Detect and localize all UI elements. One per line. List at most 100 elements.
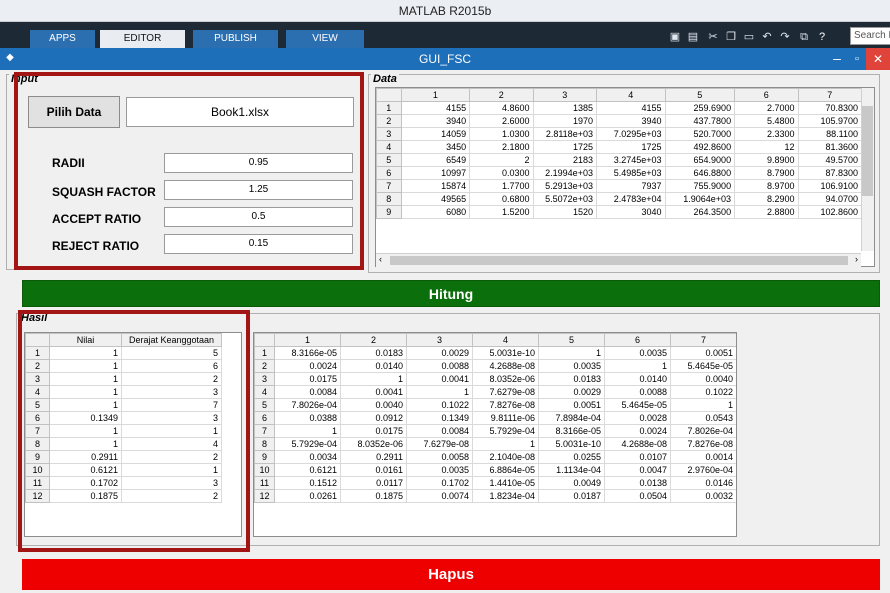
table-cell[interactable]: 0.0138 (604, 476, 671, 490)
table-cell[interactable]: 259.6900 (664, 101, 736, 115)
table-cell[interactable]: 0.0187 (538, 489, 605, 503)
table-cell[interactable]: 492.8600 (664, 140, 736, 154)
table-row[interactable]: 11 0.1512 0.0117 0.1702 1.4410e-05 0.0049 0.01… (254, 476, 736, 490)
data-vertical-scroll-thumb[interactable] (862, 106, 873, 196)
squash-factor-field[interactable]: 1.25 (164, 180, 353, 200)
table-cell[interactable]: 1 (49, 424, 122, 438)
table-cell[interactable]: 70.8300 (797, 101, 863, 115)
table-cell[interactable]: 105.9700 (797, 114, 863, 128)
cut-icon[interactable]: ✂ (706, 30, 720, 44)
table-cell[interactable]: 0.6800 (469, 192, 534, 206)
table-cell[interactable]: 0.0051 (670, 346, 736, 360)
table-cell[interactable]: 88.1100 (797, 127, 863, 141)
table-cell[interactable]: 0.0040 (340, 398, 407, 412)
table-cell[interactable]: 0.0024 (604, 424, 671, 438)
table-cell[interactable]: 6080 (400, 205, 471, 219)
hasil-cluster-table[interactable]: Nilai Derajat Keanggotaan 115216312413517… (24, 332, 242, 537)
table-cell[interactable]: 0.0041 (406, 372, 473, 386)
save-icon[interactable]: ▤ (686, 30, 700, 44)
table-row[interactable]: 216 (25, 359, 222, 373)
maximize-button[interactable]: ▫ (848, 48, 866, 70)
table-cell[interactable]: 5.0031e-10 (472, 346, 539, 360)
table-cell[interactable]: 0.0035 (538, 359, 605, 373)
table-cell[interactable]: 2183 (532, 153, 597, 167)
table-cell[interactable]: 0.0183 (340, 346, 407, 360)
table-cell[interactable]: 0.0261 (274, 489, 341, 503)
table-row[interactable]: 6 0.1349 3 (25, 411, 222, 425)
table-cell[interactable]: 2.1800 (469, 140, 534, 154)
table-cell[interactable]: 1 (340, 372, 407, 386)
table-row[interactable]: 8 5.7929e-04 8.0352e-06 7.6279e-08 1 5.0031e-… (254, 437, 736, 451)
reject-ratio-field[interactable]: 0.15 (164, 234, 353, 254)
table-cell[interactable]: 1 (406, 385, 473, 399)
table-cell[interactable]: 7937 (595, 179, 666, 193)
radii-field[interactable]: 0.95 (164, 153, 353, 173)
table-cell[interactable]: 0.0029 (406, 346, 473, 360)
table-cell[interactable]: 9.8111e-06 (472, 411, 539, 425)
minimize-button[interactable]: – (826, 48, 848, 70)
table-cell[interactable]: 10997 (400, 166, 471, 180)
table-row[interactable]: 8 49565 0.6800 5.5072e+03 2.4783e+04 1.9064e+… (376, 192, 863, 206)
table-row[interactable]: 9 0.2911 2 (25, 450, 222, 464)
table-cell[interactable]: 0.0088 (604, 385, 671, 399)
paste-icon[interactable]: ▭ (742, 30, 756, 44)
table-cell[interactable]: 1 (49, 346, 122, 360)
table-cell[interactable]: 4.8600 (469, 101, 534, 115)
table-cell[interactable]: 5.4645e-05 (604, 398, 671, 412)
table-row[interactable]: 517 (25, 398, 222, 412)
table-cell[interactable]: 0.0107 (604, 450, 671, 464)
table-cell[interactable]: 0.1349 (406, 411, 473, 425)
scroll-right-icon[interactable]: › (855, 254, 858, 264)
table-cell[interactable]: 2 (121, 489, 222, 503)
table-row[interactable]: 3 14059 1.0300 2.8118e+03 7.0295e+03 520.7000… (376, 127, 863, 141)
table-row[interactable]: 5 7.8026e-04 0.0040 0.1022 7.8276e-08 0.0051 5… (254, 398, 736, 412)
hasil-membership-table[interactable]: 1234567 1 8.3166e-05 0.0183 0.0029 5.0031e-1… (253, 332, 737, 537)
tab-view[interactable]: VIEW (286, 30, 364, 48)
search-input[interactable]: Search D (850, 27, 890, 45)
table-cell[interactable]: 0.0088 (406, 359, 473, 373)
table-cell[interactable]: 0.0014 (670, 450, 736, 464)
table-cell[interactable]: 3 (121, 385, 222, 399)
table-cell[interactable]: 0.0255 (538, 450, 605, 464)
layout-icon[interactable]: ▣ (668, 30, 682, 44)
table-cell[interactable]: 1.1134e-04 (538, 463, 605, 477)
table-cell[interactable]: 7.6279e-08 (406, 437, 473, 451)
table-cell[interactable]: 81.3600 (797, 140, 863, 154)
table-cell[interactable]: 4.2688e-08 (604, 437, 671, 451)
table-row[interactable]: 3 0.0175 1 0.0041 8.0352e-06 0.0183 0.0140 0.00… (254, 372, 736, 386)
tab-publish[interactable]: PUBLISH (193, 30, 278, 48)
table-cell[interactable]: 0.1875 (49, 489, 122, 503)
table-cell[interactable]: 3 (121, 476, 222, 490)
table-cell[interactable]: 0.1875 (340, 489, 407, 503)
table-cell[interactable]: 1385 (532, 101, 597, 115)
table-cell[interactable]: 4155 (595, 101, 666, 115)
table-cell[interactable]: 0.0051 (538, 398, 605, 412)
table-row[interactable]: 12 0.1875 2 (25, 489, 222, 503)
table-row[interactable]: 1 4155 4.8600 1385 4155 259.6900 2.7000 70.8300 (376, 101, 863, 115)
table-cell[interactable]: 7 (121, 398, 222, 412)
tab-editor[interactable]: EDITOR (100, 30, 185, 48)
table-cell[interactable]: 4 (121, 437, 222, 451)
table-cell[interactable]: 0.0146 (670, 476, 736, 490)
table-row[interactable]: 2 3940 2.6000 1970 3940 437.7800 5.4800 105.970… (376, 114, 863, 128)
table-cell[interactable]: 0.0024 (274, 359, 341, 373)
table-cell[interactable]: 94.0700 (797, 192, 863, 206)
table-cell[interactable]: 1.4410e-05 (472, 476, 539, 490)
table-cell[interactable]: 0.1702 (406, 476, 473, 490)
table-cell[interactable]: 5.4985e+03 (595, 166, 666, 180)
table-cell[interactable]: 264.3500 (664, 205, 736, 219)
table-cell[interactable]: 0.0047 (604, 463, 671, 477)
table-cell[interactable]: 1.0300 (469, 127, 534, 141)
table-cell[interactable]: 5.2913e+03 (532, 179, 597, 193)
table-cell[interactable]: 5.7929e-04 (472, 424, 539, 438)
data-table[interactable]: 1234567 1 4155 4.8600 1385 4155 259.6900 2.700… (375, 87, 875, 267)
table-cell[interactable]: 0.0300 (469, 166, 534, 180)
table-cell[interactable]: 1725 (595, 140, 666, 154)
table-cell[interactable]: 0.6121 (49, 463, 122, 477)
table-cell[interactable]: 0.2911 (340, 450, 407, 464)
close-button[interactable]: ✕ (866, 48, 890, 70)
hitung-button[interactable]: Hitung (22, 280, 880, 307)
table-cell[interactable]: 3940 (595, 114, 666, 128)
table-cell[interactable]: 8.2900 (734, 192, 799, 206)
table-cell[interactable]: 8.7900 (734, 166, 799, 180)
